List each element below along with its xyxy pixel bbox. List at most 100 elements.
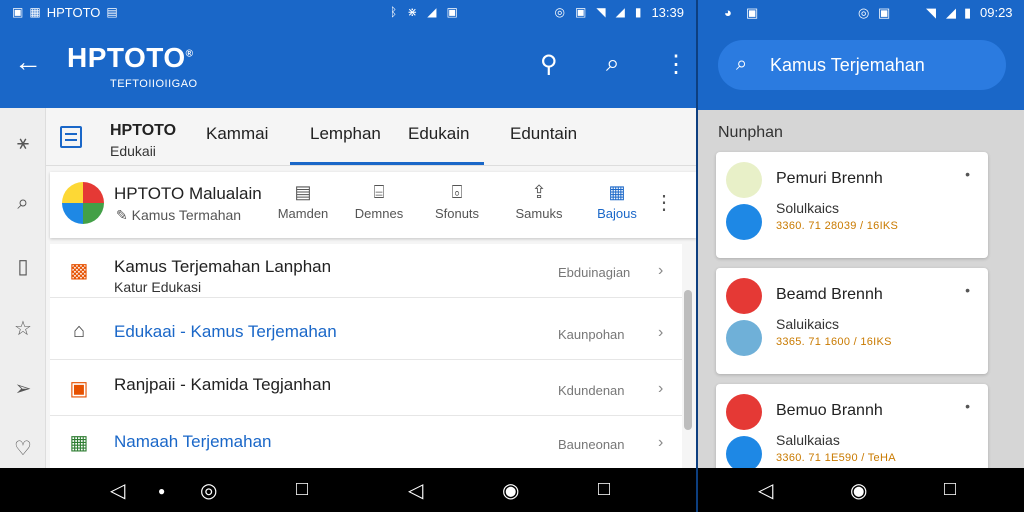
search-icon[interactable]: ⌕ <box>606 50 619 78</box>
menu-icon[interactable] <box>60 126 82 148</box>
nav-bar: ◁ ◉ □ <box>698 468 1024 512</box>
home-circle-icon[interactable]: ◉ <box>502 478 519 503</box>
notification-icon: ▦ <box>29 5 41 19</box>
logo-subtitle: TEFTOIIOIIGAO <box>110 78 198 90</box>
assistant-icon[interactable]: ◎ <box>200 478 217 503</box>
app-icon <box>726 278 762 314</box>
tab-eduntain[interactable]: Eduntain <box>510 124 577 144</box>
card-name: Beamd Brennh <box>776 286 883 303</box>
back-triangle-icon[interactable]: ◁ <box>110 478 125 503</box>
status-bar: ▣ ▦ HPTOTO ▤ ᛒ ⋇ ◢ ▣ ◎ ▣ ◥ ◢ ▮ 13:39 <box>0 0 696 24</box>
list-item[interactable]: ▦ Namaah Terjemahan Bauneonan › <box>50 416 682 470</box>
alarm-icon: ◎ <box>858 5 870 20</box>
list-item-title: Edukaai - Kamus Terjemahan <box>114 322 337 341</box>
action-samuks[interactable]: ⇪ Samuks <box>504 182 574 221</box>
heart-icon[interactable]: ♡ <box>10 436 36 462</box>
card-meta: 3360. 71 28039 / 16IKS <box>776 220 899 232</box>
list-item[interactable]: ▣ Ranjpaii - Kamida Tegjanhan Kdundenan … <box>50 362 682 416</box>
more-vert-icon[interactable]: ⋮ <box>664 50 688 79</box>
result-card[interactable]: Pemuri Brennh • Solulkaics 3360. 71 2803… <box>716 152 988 258</box>
home-circle-icon[interactable]: ◉ <box>850 478 867 503</box>
search-icon[interactable]: ⌕ <box>10 192 36 218</box>
app-icon <box>726 394 762 430</box>
send-icon[interactable]: ➢ <box>10 376 36 402</box>
star-icon[interactable]: ☆ <box>10 316 36 342</box>
key-icon[interactable]: ⚲ <box>540 50 558 79</box>
action-mamden[interactable]: ▤ Mamden <box>268 182 338 221</box>
dot-icon: • <box>965 398 970 414</box>
list-item-title: Namaah Terjemahan <box>114 432 272 451</box>
card-meta: 3365. 71 1600 / 16IKS <box>776 336 892 348</box>
list-item-meta: Kdundenan <box>558 383 625 398</box>
bag-icon: ⌻ <box>451 182 463 202</box>
recents-icon[interactable]: □ <box>598 478 610 501</box>
bluetooth-icon: ᛒ <box>390 5 398 19</box>
more-vert-icon[interactable]: ⋮ <box>654 190 674 215</box>
status-bar: ◕ ▣ ◎ ▣ ◥ ◢ ▮ 09:23 <box>698 0 1024 26</box>
card-subtitle-text: Kamus Termahan <box>131 207 242 223</box>
list-item[interactable]: ▩ Kamus Terjemahan Lanphan Katur Edukasi… <box>50 244 682 298</box>
signal-icon: ◢ <box>615 5 625 19</box>
back-arrow-icon[interactable]: ← <box>14 46 42 78</box>
wifi-icon: ◥ <box>926 5 936 20</box>
action-sfonuts[interactable]: ⌻ Sfonuts <box>422 182 492 221</box>
app-logo-icon <box>62 182 104 224</box>
document-icon: ▤ <box>294 182 312 202</box>
action-label: Bajous <box>597 206 637 221</box>
dot-icon: ● <box>158 484 166 498</box>
signal-icon: ◢ <box>427 5 437 19</box>
card-name: Bemuo Brannh <box>776 402 883 419</box>
back-triangle-icon[interactable]: ◁ <box>408 478 423 503</box>
bookmark-icon[interactable]: ▯ <box>10 254 36 280</box>
action-label: Sfonuts <box>434 206 480 221</box>
status-time: 13:39 <box>651 4 684 20</box>
chevron-right-icon: › <box>658 380 664 397</box>
app-logo: HPTOTO® <box>67 42 194 74</box>
nav-bar: ◁ ● ◎ □ ◁ ◉ □ <box>0 468 696 512</box>
list-item-meta: Bauneonan <box>558 437 625 452</box>
recents-icon[interactable]: □ <box>944 478 956 501</box>
alarm-icon: ◎ <box>554 5 566 19</box>
chevron-right-icon: › <box>658 324 664 341</box>
image-icon: ▤ <box>106 5 118 19</box>
brand-title: HPTOTO <box>110 122 177 139</box>
list-item-meta: Ebduinagian <box>558 265 631 280</box>
image-icon: ▣ <box>446 5 458 19</box>
action-demnes[interactable]: ⌸ Demnes <box>344 182 414 221</box>
brand-subtitle: Edukaii <box>110 143 156 159</box>
section-title: Nunphan <box>718 124 783 141</box>
search-icon: ⌕ <box>736 53 748 75</box>
folder-icon: ⌸ <box>373 182 385 202</box>
list-item-title: Kamus Terjemahan Lanphan <box>114 257 332 276</box>
active-tab-indicator <box>290 162 484 165</box>
result-list: ▩ Kamus Terjemahan Lanphan Katur Edukasi… <box>50 244 682 470</box>
scrollbar[interactable] <box>684 290 692 430</box>
card-subtitle: ✎ Kamus Termahan <box>116 207 242 223</box>
list-item[interactable]: ⌂ Edukaai - Kamus Terjemahan Kaunpohan › <box>50 306 682 360</box>
back-triangle-icon[interactable]: ◁ <box>758 478 773 503</box>
status-time: 09:23 <box>980 5 1013 20</box>
logo-text: HPTOTO <box>67 42 186 73</box>
tab-kammai[interactable]: Kammai <box>206 124 268 144</box>
status-left: ▣ ▦ HPTOTO ▤ <box>12 5 118 20</box>
recents-icon[interactable]: □ <box>296 478 308 501</box>
card-meta: 3360. 71 1E590 / TeHA <box>776 452 896 464</box>
calendar-icon: ▦ <box>69 432 89 454</box>
wifi-icon: ◥ <box>596 5 606 19</box>
chat-icon: ◕ <box>724 5 732 20</box>
result-card[interactable]: Beamd Brennh • Saluikaics 3365. 71 1600 … <box>716 268 988 374</box>
right-phone-screen: ◕ ▣ ◎ ▣ ◥ ◢ ▮ 09:23 ⌕ Kamus Terjemahan N… <box>698 0 1024 512</box>
app-icon <box>726 320 762 356</box>
share-icon: ⇪ <box>531 182 547 202</box>
status-app-label: HPTOTO <box>46 4 101 20</box>
action-bajous[interactable]: ▦ Bajous <box>582 182 652 221</box>
action-label: Demnes <box>354 206 404 221</box>
tab-lemphan[interactable]: Lemphan <box>310 124 381 144</box>
tools-icon[interactable]: ⚹ <box>10 132 36 158</box>
action-label: Samuks <box>515 206 563 221</box>
tab-edukain[interactable]: Edukain <box>408 124 469 144</box>
search-field[interactable]: ⌕ Kamus Terjemahan <box>718 40 1006 90</box>
signal-icon: ◢ <box>946 5 956 20</box>
app-icon <box>726 162 762 198</box>
image-icon: ▣ <box>878 5 891 20</box>
